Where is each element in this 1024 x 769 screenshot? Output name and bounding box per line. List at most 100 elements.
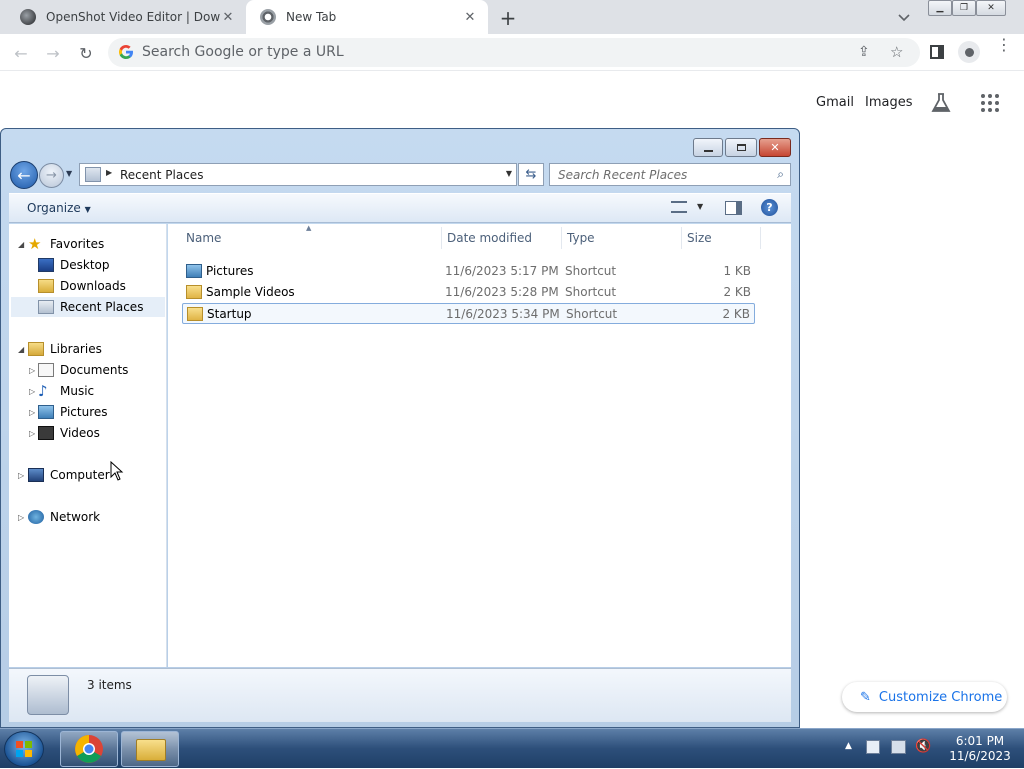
preview-pane-icon[interactable] <box>725 201 742 215</box>
breadcrumb-arrow-icon[interactable]: ▶ <box>106 168 112 177</box>
omnibox-input[interactable]: Search Google or type a URL <box>142 38 344 67</box>
forward-arrow-icon[interactable]: → <box>42 42 64 64</box>
gmail-link[interactable]: Gmail <box>816 95 854 110</box>
explorer-close-button[interactable]: ✕ <box>759 138 791 157</box>
address-bar[interactable]: ▶ Recent Places ▼ <box>79 163 517 186</box>
nav-label: Downloads <box>60 279 126 293</box>
help-icon[interactable]: ? <box>761 199 778 216</box>
file-row-selected[interactable]: Startup 11/6/2023 5:34 PM Shortcut 2 KB <box>182 303 755 324</box>
view-options-chevron-icon[interactable]: ▼ <box>697 202 703 211</box>
reload-icon[interactable]: ↻ <box>75 42 97 64</box>
start-button[interactable] <box>4 731 44 767</box>
column-header-date-modified[interactable]: Date modified <box>441 227 562 249</box>
refresh-icon[interactable]: ⇆ <box>518 163 544 186</box>
close-tab-icon[interactable]: ✕ <box>220 9 236 25</box>
expand-arrow-icon[interactable]: ▷ <box>29 408 35 417</box>
file-date: 11/6/2023 5:34 PM <box>446 307 560 321</box>
back-arrow-icon[interactable]: ← <box>10 42 32 64</box>
organize-label: Organize <box>27 201 81 215</box>
item-count: 3 items <box>87 678 132 692</box>
expand-arrow-icon[interactable]: ▷ <box>29 366 35 375</box>
downloads-folder-icon <box>38 279 54 293</box>
expand-arrow-icon[interactable]: ▷ <box>18 513 24 522</box>
organize-button[interactable]: Organize ▼ <box>27 201 91 215</box>
expand-arrow-icon[interactable]: ▷ <box>18 471 24 480</box>
nav-label: Libraries <box>50 342 102 356</box>
search-box[interactable]: Search Recent Places ⌕ <box>549 163 791 186</box>
collapse-arrow-icon[interactable]: ◢ <box>18 240 24 249</box>
libraries-icon <box>28 342 44 356</box>
bookmark-star-icon[interactable]: ☆ <box>890 43 903 61</box>
labs-flask-icon[interactable] <box>930 92 952 114</box>
nav-documents[interactable]: Documents <box>38 360 128 380</box>
nav-recent-places[interactable]: Recent Places <box>11 297 165 317</box>
network-status-icon[interactable] <box>891 740 906 754</box>
nav-computer[interactable]: Computer <box>28 465 110 485</box>
chevron-down-icon: ▼ <box>84 205 91 214</box>
side-panel-icon[interactable] <box>930 45 944 59</box>
file-list-pane: ▲ Name Date modified Type Size Pictures … <box>168 224 791 667</box>
chrome-taskbar-button[interactable] <box>60 731 118 767</box>
file-date: 11/6/2023 5:17 PM <box>445 264 559 278</box>
explorer-minimize-button[interactable] <box>693 138 723 157</box>
images-link[interactable]: Images <box>865 95 913 110</box>
tab-search-chevron-icon[interactable] <box>894 8 914 28</box>
address-dropdown-icon[interactable]: ▼ <box>506 169 512 178</box>
nav-label: Music <box>60 384 95 398</box>
file-row[interactable]: Sample Videos 11/6/2023 5:28 PM Shortcut… <box>182 282 755 303</box>
forward-arrow-icon[interactable]: → <box>39 163 64 188</box>
close-window-button[interactable]: ✕ <box>976 0 1006 16</box>
new-tab-button[interactable]: + <box>496 6 520 30</box>
pictures-shortcut-icon <box>186 264 202 278</box>
column-header-name[interactable]: Name <box>180 227 442 249</box>
nav-downloads[interactable]: Downloads <box>38 276 126 296</box>
nav-desktop[interactable]: Desktop <box>38 255 110 275</box>
expand-arrow-icon[interactable]: ▷ <box>29 429 35 438</box>
history-chevron-down-icon[interactable]: ▼ <box>66 169 72 178</box>
restore-button[interactable]: ❐ <box>952 0 976 16</box>
nav-pictures[interactable]: Pictures <box>38 402 108 422</box>
nav-label: Network <box>50 510 101 524</box>
volume-muted-icon[interactable]: 🔇 <box>915 739 931 754</box>
change-view-icon[interactable] <box>671 201 687 213</box>
expand-arrow-icon[interactable]: ▷ <box>29 387 35 396</box>
search-input[interactable]: Search Recent Places <box>558 168 687 182</box>
column-header-type[interactable]: Type <box>561 227 682 249</box>
close-tab-icon[interactable]: ✕ <box>462 9 478 25</box>
back-arrow-icon[interactable]: ← <box>10 161 38 189</box>
tab-openshot[interactable]: OpenShot Video Editor | Downlo ✕ <box>6 0 246 34</box>
file-row[interactable]: Pictures 11/6/2023 5:17 PM Shortcut 1 KB <box>182 261 755 282</box>
clock-time: 6:01 PM <box>955 734 1005 748</box>
profile-avatar-icon[interactable] <box>958 41 980 63</box>
collapse-arrow-icon[interactable]: ◢ <box>18 345 24 354</box>
customize-chrome-button[interactable]: ✎ Customize Chrome <box>842 682 1007 712</box>
nav-libraries[interactable]: Libraries <box>28 339 102 359</box>
nav-videos[interactable]: Videos <box>38 423 100 443</box>
explorer-taskbar-button[interactable] <box>121 731 179 767</box>
pencil-icon: ✎ <box>860 689 871 705</box>
omnibox[interactable]: Search Google or type a URL ⇪ ☆ <box>108 38 920 67</box>
nav-network[interactable]: Network <box>28 507 100 527</box>
nav-label: Videos <box>60 426 100 440</box>
search-icon[interactable]: ⌕ <box>777 167 784 182</box>
nav-music[interactable]: ♪ Music <box>38 381 94 401</box>
tab-new-tab[interactable]: New Tab ✕ <box>246 0 488 34</box>
nav-favorites[interactable]: ★ Favorites <box>28 234 104 254</box>
show-hidden-icons-icon[interactable]: ▲ <box>845 741 852 751</box>
tab-title: OpenShot Video Editor | Downlo <box>46 10 220 24</box>
nav-label: Favorites <box>50 237 105 251</box>
openshot-favicon-icon <box>20 9 36 25</box>
file-name: Sample Videos <box>206 285 295 299</box>
share-icon[interactable]: ⇪ <box>858 44 870 60</box>
minimize-button[interactable]: ▁ <box>928 0 952 16</box>
column-header-size[interactable]: Size <box>681 227 761 249</box>
recent-places-icon <box>38 300 54 314</box>
chrome-menu-icon[interactable]: ⋮ <box>996 37 1012 53</box>
file-size: 2 KB <box>723 285 751 299</box>
system-clock[interactable]: 6:01 PM 11/6/2023 <box>940 734 1020 764</box>
explorer-maximize-button[interactable] <box>725 138 757 157</box>
file-type: Shortcut <box>565 264 617 278</box>
action-center-icon[interactable] <box>866 740 880 754</box>
google-apps-icon[interactable] <box>980 93 1000 113</box>
chrome-favicon-icon <box>260 9 276 25</box>
